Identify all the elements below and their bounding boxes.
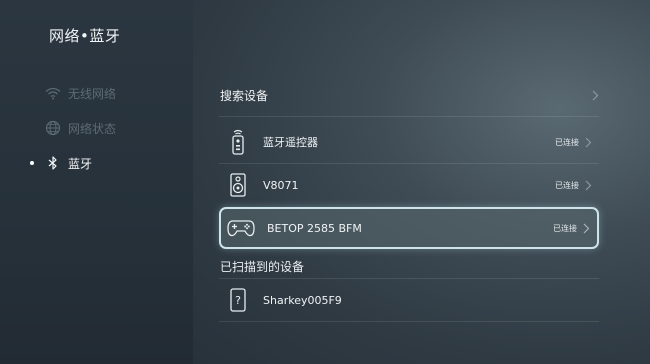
search-devices-row[interactable]: 搜索设备	[219, 84, 599, 106]
device-row-remote[interactable]: 蓝牙遥控器 已连接	[219, 122, 599, 162]
divider	[219, 116, 599, 117]
sidebar-item-label: 网络状态	[68, 121, 117, 136]
connection-status: 已连接	[553, 223, 577, 233]
remote-icon	[227, 129, 249, 155]
device-name: Sharkey005F9	[263, 293, 342, 307]
sidebar-item-label: 无线网络	[68, 86, 117, 101]
device-row-gamepad[interactable]: BETOP 2585 BFM 已连接	[219, 207, 599, 249]
search-devices-label: 搜索设备	[220, 88, 269, 103]
chevron-right-icon	[592, 86, 599, 105]
globe-icon	[44, 119, 62, 137]
svg-text:?: ?	[235, 294, 241, 307]
sidebar	[0, 0, 193, 364]
device-row-scanned[interactable]: ? Sharkey005F9	[219, 280, 599, 320]
chevron-right-icon	[585, 136, 595, 148]
divider	[219, 321, 599, 322]
wifi-icon	[44, 84, 62, 102]
bluetooth-icon	[44, 154, 62, 172]
device-name: BETOP 2585 BFM	[267, 221, 362, 235]
device-row-speaker[interactable]: V8071 已连接	[219, 165, 599, 205]
connection-status: 已连接	[555, 137, 579, 147]
speaker-icon	[227, 172, 249, 198]
sidebar-item-bluetooth[interactable]: 蓝牙	[30, 153, 180, 173]
connection-status: 已连接	[555, 180, 579, 190]
divider	[219, 278, 599, 279]
selected-indicator	[30, 161, 34, 165]
unknown-device-icon: ?	[227, 287, 249, 313]
gamepad-icon	[227, 215, 255, 241]
sidebar-item-label: 蓝牙	[68, 156, 93, 171]
scanned-devices-label: 已扫描到的设备	[220, 260, 305, 274]
sidebar-item-network-status[interactable]: 网络状态	[30, 118, 180, 138]
chevron-right-icon	[585, 179, 595, 191]
device-name: V8071	[263, 178, 299, 192]
sidebar-item-wifi[interactable]: 无线网络	[30, 83, 180, 103]
divider	[219, 163, 599, 164]
device-name: 蓝牙遥控器	[263, 136, 318, 149]
chevron-right-icon	[583, 222, 593, 234]
page-title: 网络•蓝牙	[49, 27, 121, 45]
